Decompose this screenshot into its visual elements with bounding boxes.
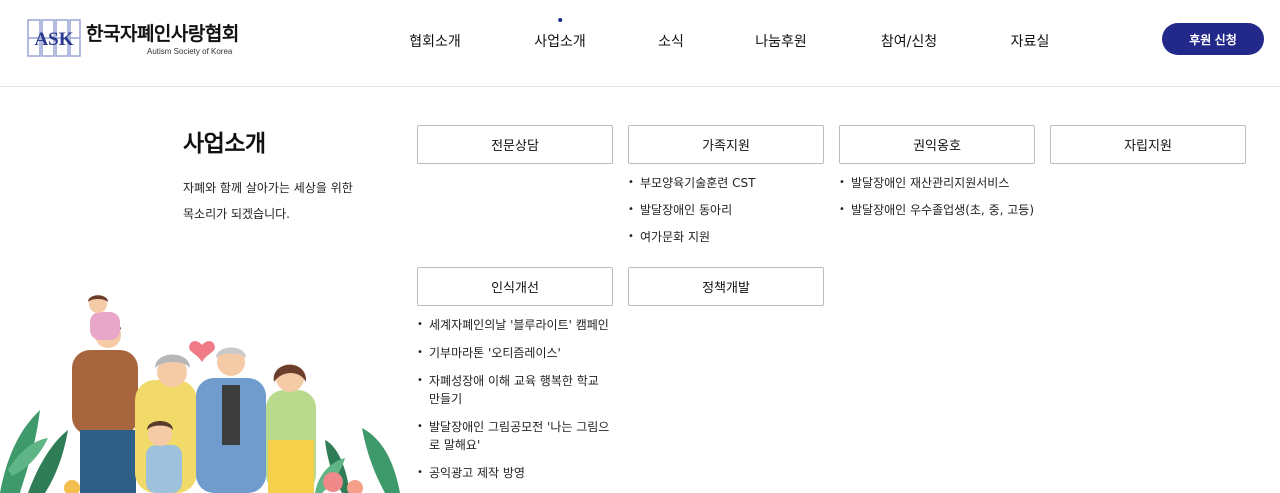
list-item[interactable]: 기부마라톤 '오티즘레이스' (417, 344, 613, 362)
nav-item-about[interactable]: 협회소개 (409, 31, 461, 51)
page-description: 자폐와 함께 살아가는 세상을 위한 목소리가 되겠습니다. (183, 181, 353, 221)
list-item[interactable]: 발달장애인 동아리 (628, 201, 824, 219)
list-item[interactable]: 세계자폐인의날 '블루라이트' 캠페인 (417, 316, 613, 334)
category-button[interactable]: 권익옹호 (839, 125, 1035, 164)
category-list: 세계자폐인의날 '블루라이트' 캠페인 기부마라톤 '오티즘레이스' 자폐성장애… (417, 316, 613, 482)
category-button[interactable]: 정책개발 (628, 267, 824, 306)
nav-item-programs[interactable]: 사업소개 (534, 18, 586, 51)
list-item[interactable]: 발달장애인 그림공모전 '나는 그림으로 말해요' (417, 418, 613, 454)
family-illustration (0, 295, 400, 493)
nav-item-news[interactable]: 소식 (658, 31, 684, 51)
category-button[interactable]: 인식개선 (417, 267, 613, 306)
category-button[interactable]: 가족지원 (628, 125, 824, 164)
list-item[interactable]: 자폐성장애 이해 교육 행복한 학교 만들기 (417, 372, 613, 408)
list-item[interactable]: 여가문화 지원 (628, 228, 824, 246)
page-title: 사업소개 (183, 131, 266, 157)
category-button[interactable]: 자립지원 (1050, 125, 1246, 164)
list-item[interactable]: 공익광고 제작 방영 (417, 464, 613, 482)
active-indicator-dot (558, 18, 562, 22)
category-list: 발달장애인 재산관리지원서비스 발달장애인 우수졸업생(초, 중, 고등) (839, 174, 1049, 219)
list-item[interactable]: 부모양육기술훈련 CST (628, 174, 824, 192)
category-button[interactable]: 전문상담 (417, 125, 613, 164)
nav-item-donation[interactable]: 나눔후원 (755, 31, 807, 51)
category-policy: 정책개발 (628, 267, 824, 306)
category-advocacy: 권익옹호 발달장애인 재산관리지원서비스 발달장애인 우수졸업생(초, 중, 고… (839, 125, 1049, 228)
donate-button[interactable]: 후원 신청 (1162, 23, 1264, 55)
nav-item-participation[interactable]: 참여/신청 (881, 31, 937, 51)
nav-item-resources[interactable]: 자료실 (1011, 31, 1050, 51)
category-counseling: 전문상담 (417, 125, 613, 164)
list-item[interactable]: 발달장애인 우수졸업생(초, 중, 고등) (839, 201, 1049, 219)
category-independence: 자립지원 (1050, 125, 1246, 164)
list-item[interactable]: 발달장애인 재산관리지원서비스 (839, 174, 1049, 192)
category-list: 부모양육기술훈련 CST 발달장애인 동아리 여가문화 지원 (628, 174, 824, 246)
category-family-support: 가족지원 부모양육기술훈련 CST 발달장애인 동아리 여가문화 지원 (628, 125, 824, 255)
main-nav: 협회소개 사업소개 소식 나눔후원 참여/신청 자료실 (0, 0, 1100, 87)
category-awareness: 인식개선 세계자폐인의날 '블루라이트' 캠페인 기부마라톤 '오티즘레이스' … (417, 267, 613, 491)
site-header: ASK 한국자폐인사랑협회 Autism Society of Korea 협회… (0, 0, 1280, 87)
